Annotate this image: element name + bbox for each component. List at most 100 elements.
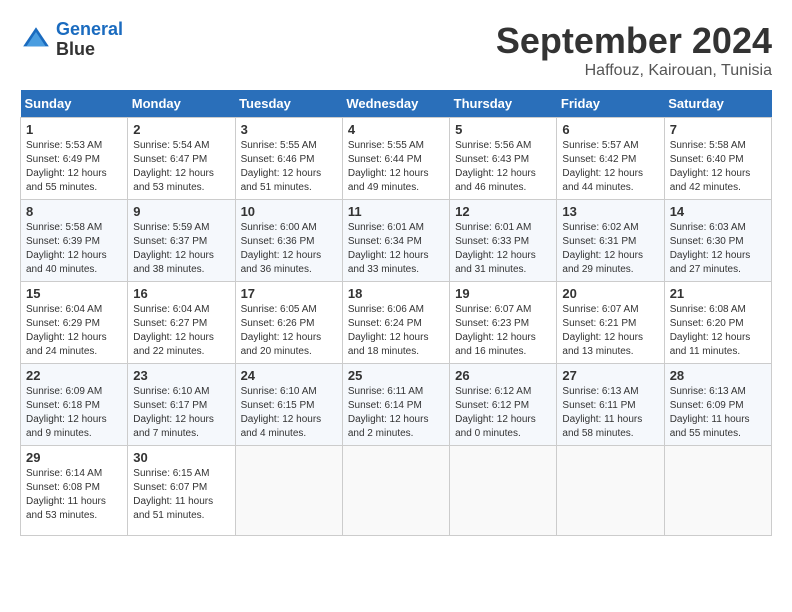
logo-text: General Blue — [56, 20, 123, 60]
calendar-cell — [235, 446, 342, 536]
day-number: 11 — [348, 204, 444, 219]
calendar-cell — [450, 446, 557, 536]
header: General Blue September 2024 Haffouz, Kai… — [20, 20, 772, 80]
calendar-week-row: 22 Sunrise: 6:09 AMSunset: 6:18 PMDaylig… — [21, 364, 772, 446]
calendar-cell: 12 Sunrise: 6:01 AMSunset: 6:33 PMDaylig… — [450, 200, 557, 282]
calendar-cell: 21 Sunrise: 6:08 AMSunset: 6:20 PMDaylig… — [664, 282, 771, 364]
day-detail: Sunrise: 5:54 AMSunset: 6:47 PMDaylight:… — [133, 140, 214, 193]
day-detail: Sunrise: 5:58 AMSunset: 6:39 PMDaylight:… — [26, 222, 107, 275]
day-number: 7 — [670, 122, 766, 137]
day-number: 21 — [670, 286, 766, 301]
day-detail: Sunrise: 6:01 AMSunset: 6:34 PMDaylight:… — [348, 222, 429, 275]
logo-icon — [20, 24, 52, 56]
day-number: 29 — [26, 450, 122, 465]
day-detail: Sunrise: 6:06 AMSunset: 6:24 PMDaylight:… — [348, 304, 429, 357]
day-detail: Sunrise: 6:00 AMSunset: 6:36 PMDaylight:… — [241, 222, 322, 275]
calendar-week-row: 1 Sunrise: 5:53 AMSunset: 6:49 PMDayligh… — [21, 118, 772, 200]
day-detail: Sunrise: 6:07 AMSunset: 6:21 PMDaylight:… — [562, 304, 643, 357]
calendar-cell: 20 Sunrise: 6:07 AMSunset: 6:21 PMDaylig… — [557, 282, 664, 364]
location-title: Haffouz, Kairouan, Tunisia — [496, 62, 772, 80]
calendar-week-row: 15 Sunrise: 6:04 AMSunset: 6:29 PMDaylig… — [21, 282, 772, 364]
calendar-cell: 11 Sunrise: 6:01 AMSunset: 6:34 PMDaylig… — [342, 200, 449, 282]
day-number: 30 — [133, 450, 229, 465]
day-number: 20 — [562, 286, 658, 301]
calendar-cell: 3 Sunrise: 5:55 AMSunset: 6:46 PMDayligh… — [235, 118, 342, 200]
weekday-header: Sunday — [21, 90, 128, 118]
day-detail: Sunrise: 6:15 AMSunset: 6:07 PMDaylight:… — [133, 468, 213, 521]
weekday-header: Tuesday — [235, 90, 342, 118]
day-number: 17 — [241, 286, 337, 301]
calendar-cell: 23 Sunrise: 6:10 AMSunset: 6:17 PMDaylig… — [128, 364, 235, 446]
day-detail: Sunrise: 6:09 AMSunset: 6:18 PMDaylight:… — [26, 386, 107, 439]
calendar-cell: 10 Sunrise: 6:00 AMSunset: 6:36 PMDaylig… — [235, 200, 342, 282]
day-detail: Sunrise: 6:14 AMSunset: 6:08 PMDaylight:… — [26, 468, 106, 521]
day-detail: Sunrise: 6:08 AMSunset: 6:20 PMDaylight:… — [670, 304, 751, 357]
calendar-cell: 28 Sunrise: 6:13 AMSunset: 6:09 PMDaylig… — [664, 364, 771, 446]
day-number: 27 — [562, 368, 658, 383]
day-number: 28 — [670, 368, 766, 383]
day-number: 4 — [348, 122, 444, 137]
day-number: 1 — [26, 122, 122, 137]
calendar-cell: 29 Sunrise: 6:14 AMSunset: 6:08 PMDaylig… — [21, 446, 128, 536]
day-number: 26 — [455, 368, 551, 383]
weekday-header: Thursday — [450, 90, 557, 118]
day-number: 10 — [241, 204, 337, 219]
calendar-cell: 8 Sunrise: 5:58 AMSunset: 6:39 PMDayligh… — [21, 200, 128, 282]
day-detail: Sunrise: 5:58 AMSunset: 6:40 PMDaylight:… — [670, 140, 751, 193]
title-area: September 2024 Haffouz, Kairouan, Tunisi… — [496, 20, 772, 80]
day-detail: Sunrise: 5:55 AMSunset: 6:44 PMDaylight:… — [348, 140, 429, 193]
weekday-header: Friday — [557, 90, 664, 118]
day-number: 16 — [133, 286, 229, 301]
calendar-cell: 15 Sunrise: 6:04 AMSunset: 6:29 PMDaylig… — [21, 282, 128, 364]
calendar-cell: 30 Sunrise: 6:15 AMSunset: 6:07 PMDaylig… — [128, 446, 235, 536]
calendar-cell: 16 Sunrise: 6:04 AMSunset: 6:27 PMDaylig… — [128, 282, 235, 364]
calendar-cell — [342, 446, 449, 536]
day-detail: Sunrise: 6:11 AMSunset: 6:14 PMDaylight:… — [348, 386, 429, 439]
calendar-cell: 18 Sunrise: 6:06 AMSunset: 6:24 PMDaylig… — [342, 282, 449, 364]
calendar-cell: 24 Sunrise: 6:10 AMSunset: 6:15 PMDaylig… — [235, 364, 342, 446]
calendar-week-row: 8 Sunrise: 5:58 AMSunset: 6:39 PMDayligh… — [21, 200, 772, 282]
day-number: 8 — [26, 204, 122, 219]
weekday-header: Saturday — [664, 90, 771, 118]
weekday-header: Monday — [128, 90, 235, 118]
day-number: 15 — [26, 286, 122, 301]
day-detail: Sunrise: 5:56 AMSunset: 6:43 PMDaylight:… — [455, 140, 536, 193]
day-number: 24 — [241, 368, 337, 383]
day-detail: Sunrise: 6:13 AMSunset: 6:09 PMDaylight:… — [670, 386, 750, 439]
calendar-week-row: 29 Sunrise: 6:14 AMSunset: 6:08 PMDaylig… — [21, 446, 772, 536]
day-number: 12 — [455, 204, 551, 219]
calendar-cell: 4 Sunrise: 5:55 AMSunset: 6:44 PMDayligh… — [342, 118, 449, 200]
day-number: 18 — [348, 286, 444, 301]
calendar-cell: 19 Sunrise: 6:07 AMSunset: 6:23 PMDaylig… — [450, 282, 557, 364]
day-number: 13 — [562, 204, 658, 219]
day-detail: Sunrise: 6:07 AMSunset: 6:23 PMDaylight:… — [455, 304, 536, 357]
day-detail: Sunrise: 5:55 AMSunset: 6:46 PMDaylight:… — [241, 140, 322, 193]
logo: General Blue — [20, 20, 123, 60]
day-number: 3 — [241, 122, 337, 137]
day-detail: Sunrise: 5:53 AMSunset: 6:49 PMDaylight:… — [26, 140, 107, 193]
day-detail: Sunrise: 6:03 AMSunset: 6:30 PMDaylight:… — [670, 222, 751, 275]
calendar-cell — [557, 446, 664, 536]
day-detail: Sunrise: 6:13 AMSunset: 6:11 PMDaylight:… — [562, 386, 642, 439]
day-number: 25 — [348, 368, 444, 383]
calendar-table: SundayMondayTuesdayWednesdayThursdayFrid… — [20, 90, 772, 536]
day-number: 5 — [455, 122, 551, 137]
day-detail: Sunrise: 6:04 AMSunset: 6:27 PMDaylight:… — [133, 304, 214, 357]
day-number: 22 — [26, 368, 122, 383]
calendar-cell: 5 Sunrise: 5:56 AMSunset: 6:43 PMDayligh… — [450, 118, 557, 200]
day-detail: Sunrise: 5:57 AMSunset: 6:42 PMDaylight:… — [562, 140, 643, 193]
calendar-cell: 22 Sunrise: 6:09 AMSunset: 6:18 PMDaylig… — [21, 364, 128, 446]
day-number: 14 — [670, 204, 766, 219]
day-number: 6 — [562, 122, 658, 137]
calendar-cell: 26 Sunrise: 6:12 AMSunset: 6:12 PMDaylig… — [450, 364, 557, 446]
day-detail: Sunrise: 6:12 AMSunset: 6:12 PMDaylight:… — [455, 386, 536, 439]
weekday-header-row: SundayMondayTuesdayWednesdayThursdayFrid… — [21, 90, 772, 118]
calendar-cell: 17 Sunrise: 6:05 AMSunset: 6:26 PMDaylig… — [235, 282, 342, 364]
calendar-cell: 2 Sunrise: 5:54 AMSunset: 6:47 PMDayligh… — [128, 118, 235, 200]
calendar-cell — [664, 446, 771, 536]
day-number: 9 — [133, 204, 229, 219]
day-detail: Sunrise: 6:10 AMSunset: 6:15 PMDaylight:… — [241, 386, 322, 439]
calendar-cell: 14 Sunrise: 6:03 AMSunset: 6:30 PMDaylig… — [664, 200, 771, 282]
day-detail: Sunrise: 6:02 AMSunset: 6:31 PMDaylight:… — [562, 222, 643, 275]
day-detail: Sunrise: 6:04 AMSunset: 6:29 PMDaylight:… — [26, 304, 107, 357]
